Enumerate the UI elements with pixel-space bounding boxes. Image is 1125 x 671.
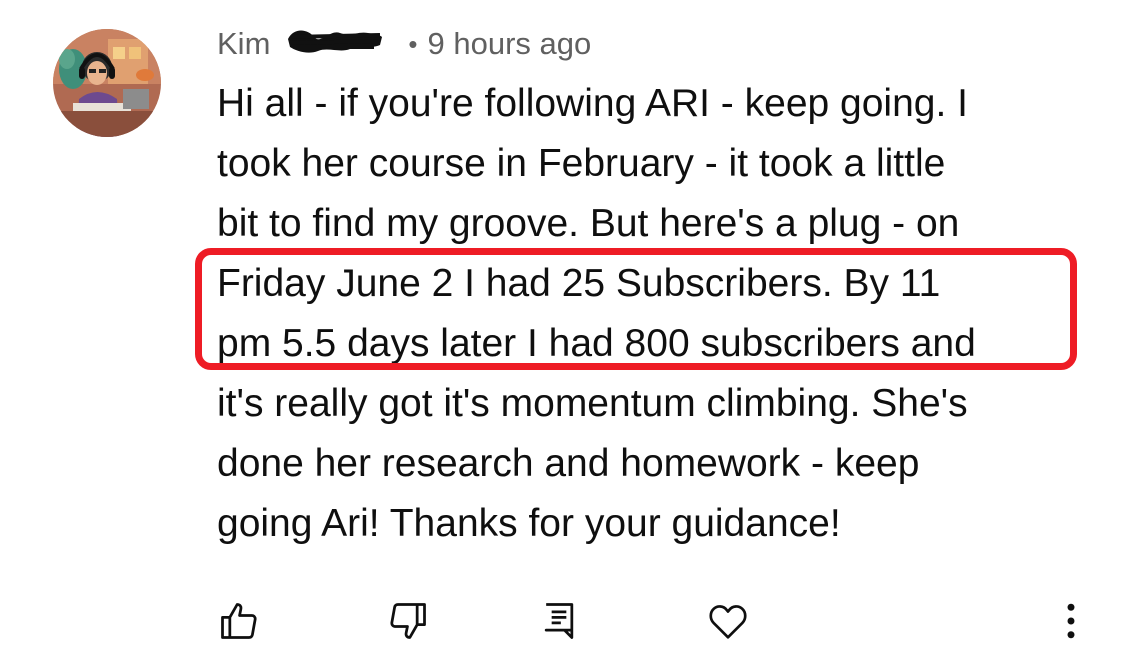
more-options-button[interactable] bbox=[1046, 596, 1096, 646]
comment-line: Friday June 2 I had 25 Subscribers. By 1… bbox=[217, 262, 941, 305]
comment-line: took her course in February - it took a … bbox=[217, 142, 946, 185]
meta-separator: • bbox=[408, 28, 418, 59]
heart-icon bbox=[709, 605, 747, 639]
thumbs-up-icon bbox=[221, 603, 257, 639]
comment-line: bit to find my groove. But here's a plug… bbox=[217, 202, 960, 245]
comment-line: going Ari! Thanks for your guidance! bbox=[217, 502, 841, 545]
author-name[interactable]: Kim bbox=[217, 26, 270, 62]
comment-meta: Kim • 9 hours ago bbox=[217, 22, 591, 66]
reply-button[interactable] bbox=[534, 596, 584, 646]
comment-actions bbox=[0, 596, 1125, 646]
heart-button[interactable] bbox=[703, 596, 753, 646]
comment-text: Hi all - if you're following ARI - keep … bbox=[217, 74, 1097, 554]
comment-timestamp[interactable]: 9 hours ago bbox=[428, 26, 592, 62]
comment-line: pm 5.5 days later I had 800 subscribers … bbox=[217, 322, 976, 365]
avatar-image bbox=[53, 29, 161, 137]
redaction-scribble bbox=[284, 25, 384, 63]
comment-line: Hi all - if you're following ARI - keep … bbox=[217, 82, 968, 125]
comment-line: done her research and homework - keep bbox=[217, 442, 920, 485]
like-button[interactable] bbox=[214, 596, 264, 646]
avatar[interactable] bbox=[53, 29, 161, 137]
more-vertical-icon bbox=[1067, 603, 1075, 639]
comment-line: it's really got it's momentum climbing. … bbox=[217, 382, 968, 425]
dislike-button[interactable] bbox=[383, 596, 433, 646]
thumbs-down-icon bbox=[390, 603, 426, 639]
reply-icon bbox=[544, 603, 574, 639]
